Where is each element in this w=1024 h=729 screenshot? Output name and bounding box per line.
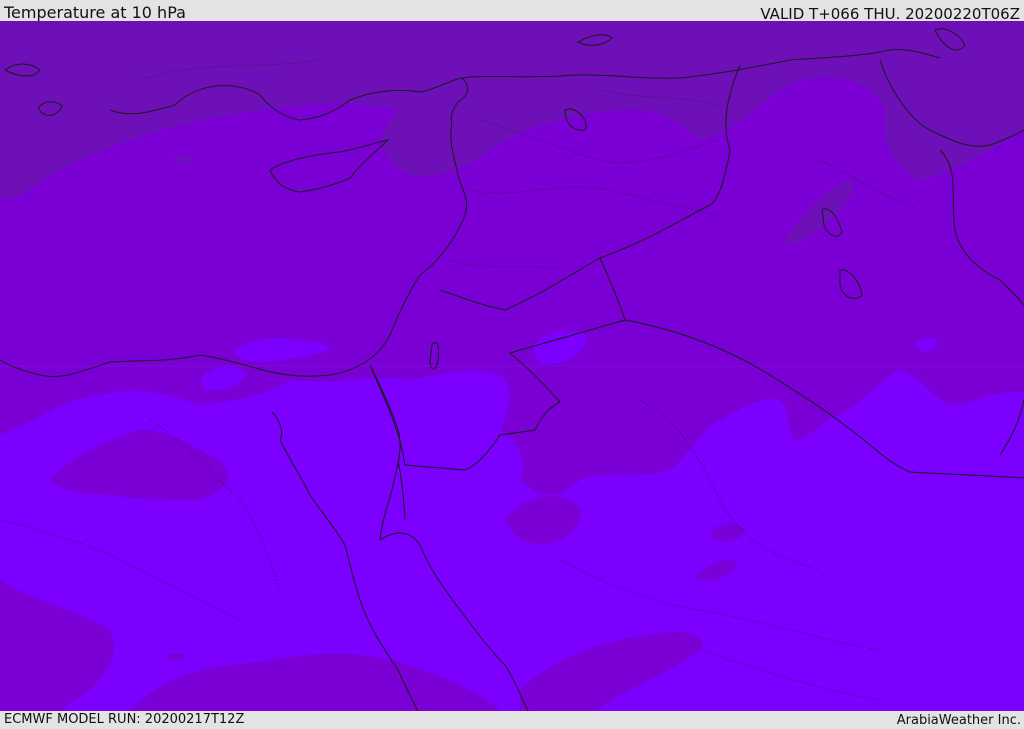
header-bar: Temperature at 10 hPa VALID T+066 THU. 2… xyxy=(0,0,1024,23)
weather-map[interactable] xyxy=(0,21,1024,711)
map-canvas xyxy=(0,21,1024,711)
map-title: Temperature at 10 hPa xyxy=(4,3,186,22)
credit-label: ArabiaWeather Inc. xyxy=(896,713,1021,728)
footer-bar: ECMWF MODEL RUN: 20200217T12Z ArabiaWeat… xyxy=(0,711,1024,729)
model-run-label: ECMWF MODEL RUN: 20200217T12Z xyxy=(4,712,245,727)
